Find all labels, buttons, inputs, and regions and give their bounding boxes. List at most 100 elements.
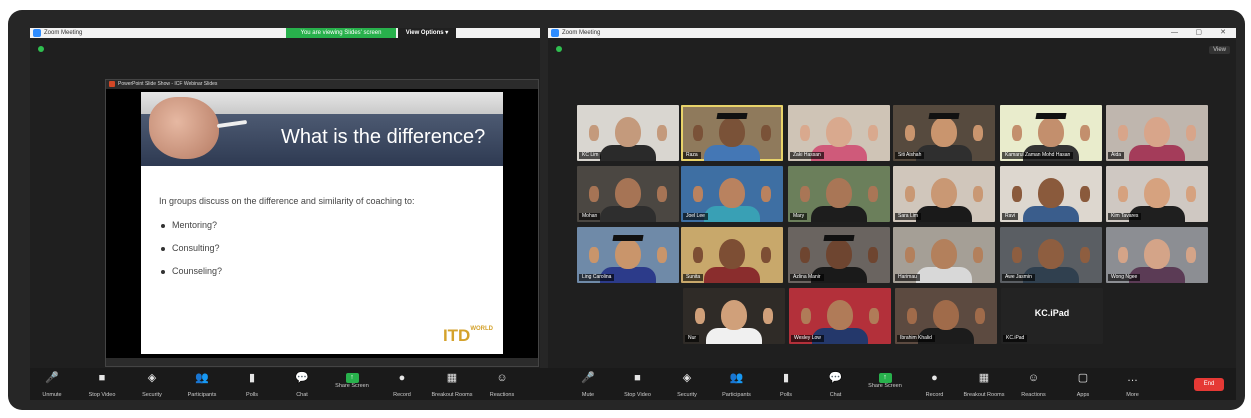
slide: What is the difference? In groups discus… xyxy=(141,92,503,354)
minimize-icon[interactable]: — xyxy=(1171,28,1178,38)
participant-tile[interactable]: Sara Lim xyxy=(893,166,995,222)
participant-tile[interactable]: Mary xyxy=(788,166,890,222)
unmute-button[interactable]: 🎤 Unmute xyxy=(24,370,80,398)
participant-tile[interactable]: Aida xyxy=(1106,105,1208,161)
toolbar-label: Breakout Rooms xyxy=(431,392,473,398)
record-button[interactable]: ● Record xyxy=(374,370,430,398)
waving-hand-icon xyxy=(763,308,773,324)
view-button[interactable]: View xyxy=(1209,46,1230,54)
end-meeting-button[interactable]: End xyxy=(1194,378,1224,391)
participant-tile[interactable]: Raza xyxy=(681,105,783,161)
participant-body xyxy=(916,145,972,161)
record-button[interactable]: ● Record xyxy=(907,370,963,398)
participants-button[interactable]: 👥 Participants xyxy=(709,370,765,398)
share-screen-button[interactable]: ↑ Share Screen xyxy=(857,370,913,389)
participant-name: Raza xyxy=(683,152,701,159)
participant-name: Ibrahim Khalid xyxy=(897,335,935,342)
participant-face xyxy=(615,239,641,269)
participant-face xyxy=(1038,117,1064,147)
participant-tile[interactable]: Mohan xyxy=(577,166,679,222)
participant-name: Sara Lim xyxy=(895,213,922,220)
participant-name: Sunita xyxy=(683,274,704,281)
participant-tile[interactable]: Zaki Hassan xyxy=(788,105,890,161)
security-button[interactable]: ◈ Security xyxy=(659,370,715,398)
toolbar-label: Polls xyxy=(780,392,792,398)
participant-tile[interactable]: Wong Ngee xyxy=(1106,227,1208,283)
polls-button[interactable]: ▮ Polls xyxy=(758,370,814,398)
participant-name: Wesley Low xyxy=(791,335,824,342)
apps-button[interactable]: ▢ Apps xyxy=(1055,370,1111,398)
close-icon[interactable]: ✕ xyxy=(1220,28,1226,38)
participants-icon: 👥 xyxy=(195,372,209,384)
stop-video-button[interactable]: ■ Stop Video xyxy=(610,370,666,398)
stop-video-button[interactable]: ■ Stop Video xyxy=(74,370,130,398)
mute-button[interactable]: 🎤 Mute xyxy=(560,370,616,398)
participant-tile[interactable]: Ling Carolina xyxy=(577,227,679,283)
reactions-button[interactable]: ☺ Reactions xyxy=(1006,370,1062,398)
kc-ipad-label: KC.iPad xyxy=(1034,308,1070,318)
participant-tile[interactable]: Kim Tavares xyxy=(1106,166,1208,222)
more-button[interactable]: … More xyxy=(1105,370,1161,398)
waving-hand-icon xyxy=(1012,186,1022,202)
participant-tile[interactable]: Kamarul Zaman Mohd Hasan xyxy=(1000,105,1102,161)
powerpoint-statusbar xyxy=(106,358,538,366)
breakout-rooms-icon: ▦ xyxy=(978,372,990,384)
participant-tile[interactable]: KC Lim xyxy=(577,105,679,161)
participant-tile[interactable]: Nur xyxy=(683,288,785,344)
toolbar-label: Security xyxy=(142,392,162,398)
security-icon: ◈ xyxy=(147,372,157,384)
security-icon: ◈ xyxy=(682,372,692,384)
participant-tile[interactable]: Azlina Manir xyxy=(788,227,890,283)
polls-button[interactable]: ▮ Polls xyxy=(224,370,280,398)
participant-tile[interactable]: Awe Jasmin xyxy=(1000,227,1102,283)
waving-hand-icon xyxy=(868,125,878,141)
participant-body xyxy=(1129,145,1185,161)
reactions-icon: ☺ xyxy=(496,372,508,384)
shared-screen-pane: PowerPoint Slide Show - ICF Webinar Slid… xyxy=(30,38,540,368)
participant-tile[interactable]: Ibrahim Khalid xyxy=(895,288,997,344)
toolbar-label: Share Screen xyxy=(335,383,369,389)
toolbar-label: Reactions xyxy=(1021,392,1046,398)
participants-button[interactable]: 👥 Participants xyxy=(174,370,230,398)
participant-tile[interactable]: Wesley Low xyxy=(789,288,891,344)
view-options-button[interactable]: View Options ▾ xyxy=(398,28,456,38)
participant-name: Kamarul Zaman Mohd Hasan xyxy=(1002,152,1074,159)
reactions-button[interactable]: ☺ Reactions xyxy=(474,370,530,398)
toolbar-label: Unmute xyxy=(42,392,62,398)
toolbar-label: Security xyxy=(677,392,697,398)
participant-face xyxy=(931,117,957,147)
waving-hand-icon xyxy=(657,186,667,202)
left-window-titlebar: Zoom Meeting You are viewing Slides' scr… xyxy=(30,28,540,38)
breakout-rooms-button[interactable]: ▦ Breakout Rooms xyxy=(956,370,1012,398)
bullet-text: Counseling? xyxy=(172,266,223,276)
participant-tile-kc-ipad[interactable]: KC.iPad KC.iPad xyxy=(1001,288,1103,344)
share-notice-banner: You are viewing Slides' screen xyxy=(286,28,396,38)
participant-face xyxy=(1038,239,1064,269)
share-screen-button[interactable]: ↑ Share Screen xyxy=(324,370,380,389)
waving-hand-icon xyxy=(800,125,810,141)
participant-face xyxy=(826,239,852,269)
share-screen-icon: ↑ xyxy=(878,373,892,383)
share-screen-icon: ↑ xyxy=(345,373,359,383)
record-icon: ● xyxy=(398,372,406,384)
chat-button[interactable]: 💬 Chat xyxy=(274,370,330,398)
participant-tile[interactable]: Ravi xyxy=(1000,166,1102,222)
participant-tile[interactable]: Siti Aishah xyxy=(893,105,995,161)
toolbar-label: Chat xyxy=(296,392,308,398)
breakout-rooms-button[interactable]: ▦ Breakout Rooms xyxy=(424,370,480,398)
participant-face xyxy=(719,178,745,208)
participant-tile[interactable]: Sunita xyxy=(681,227,783,283)
participant-tile[interactable]: Joel Lee xyxy=(681,166,783,222)
graduation-cap-icon xyxy=(716,113,748,119)
participant-tile[interactable]: Harimau xyxy=(893,227,995,283)
apps-icon: ▢ xyxy=(1077,372,1089,384)
security-button[interactable]: ◈ Security xyxy=(124,370,180,398)
participant-name: Ravi xyxy=(1002,213,1019,220)
participant-face xyxy=(1144,117,1170,147)
slide-bullet: Consulting? xyxy=(161,243,220,253)
participant-body xyxy=(1023,206,1079,222)
toolbar-label: Chat xyxy=(829,392,842,398)
maximize-icon[interactable]: ▢ xyxy=(1195,28,1202,38)
chat-button[interactable]: 💬 Chat xyxy=(808,370,864,398)
participant-name: Ling Carolina xyxy=(579,274,615,281)
